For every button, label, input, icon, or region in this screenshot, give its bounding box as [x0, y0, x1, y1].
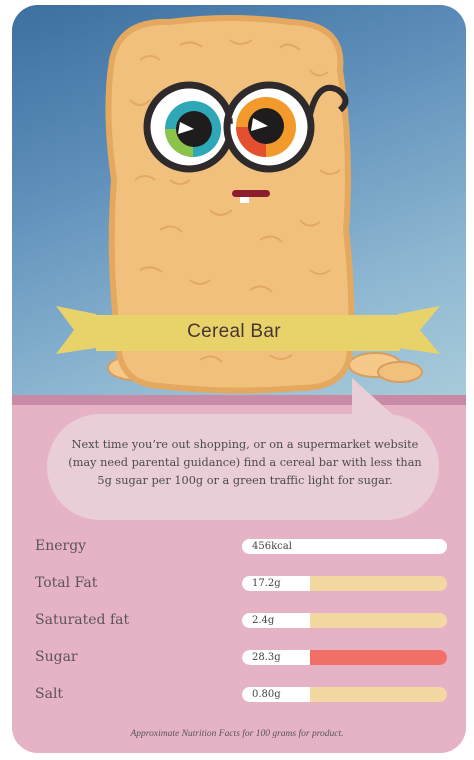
- left-eye: [165, 101, 221, 157]
- nutrient-bar-saturated-fat: 2.4g: [242, 613, 447, 628]
- nutrient-label-energy: Energy: [35, 538, 87, 554]
- nutrient-value-energy: 456kcal: [242, 539, 310, 554]
- oat-flake-right-2: [377, 361, 423, 383]
- nutrient-bar-total-fat: 17.2g: [242, 576, 447, 591]
- nutrient-value-total-fat: 17.2g: [242, 576, 310, 591]
- nutrient-label-salt: Salt: [35, 686, 64, 702]
- mouth: [232, 190, 270, 197]
- nutrient-label-sugar: Sugar: [35, 649, 78, 665]
- nutrient-value-sugar: 28.3g: [242, 650, 310, 665]
- tooth: [240, 197, 249, 203]
- nutrient-value-salt: 0.80g: [242, 687, 310, 702]
- nutrient-label-total-fat: Total Fat: [35, 575, 98, 591]
- nutrient-value-saturated-fat: 2.4g: [242, 613, 310, 628]
- footnote: Approximate Nutrition Facts for 100 gram…: [130, 729, 344, 739]
- product-title: Cereal Bar: [187, 321, 281, 342]
- nutrient-bar-salt: 0.80g: [242, 687, 447, 702]
- nutrient-bar-energy: 456kcal: [242, 539, 447, 554]
- nutrient-bar-sugar: 28.3g: [242, 650, 447, 665]
- nutrient-label-saturated-fat: Saturated fat: [35, 612, 130, 628]
- cereal-bar-character-illustration: [56, 15, 440, 420]
- right-eye: [236, 97, 296, 157]
- advice-text: Next time you’re out shopping, or on a s…: [68, 438, 422, 487]
